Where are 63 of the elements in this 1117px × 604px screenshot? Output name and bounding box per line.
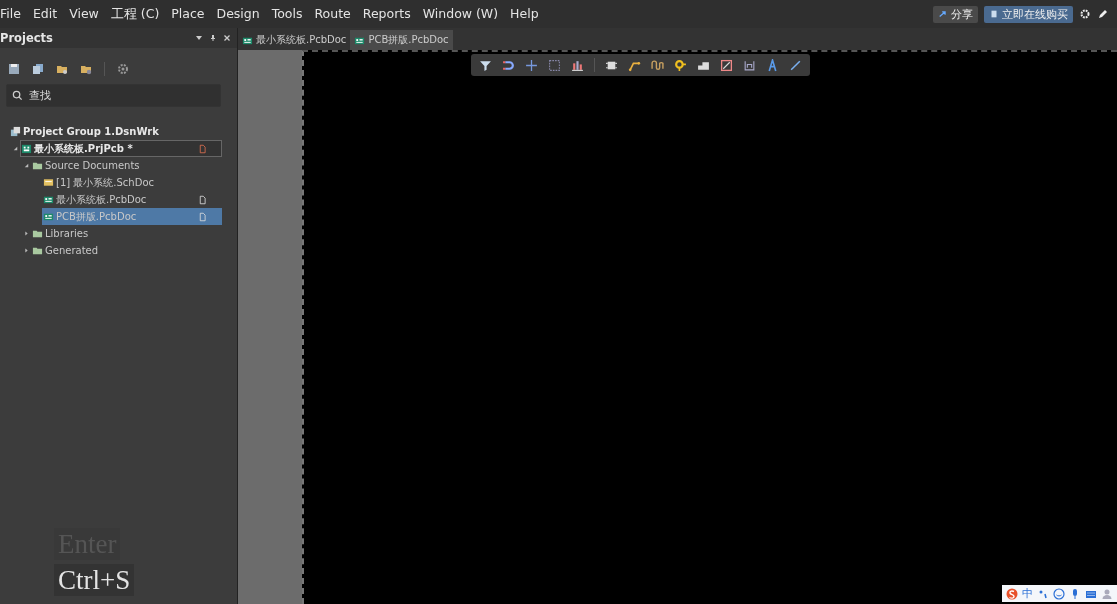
dropdown-icon[interactable] (195, 34, 203, 42)
save-icon[interactable] (8, 63, 20, 75)
document-tab[interactable]: PCB拼版.PcbDoc (350, 30, 453, 50)
selection-box-icon[interactable] (548, 58, 561, 72)
menu-item[interactable]: Place (165, 5, 211, 23)
tree-item[interactable]: Libraries (31, 225, 222, 242)
menu-item[interactable]: Window (W) (416, 5, 505, 23)
circuit-board-icon (43, 194, 54, 205)
tree-item[interactable]: [1] 最小系统.SchDoc (42, 174, 222, 191)
close-icon[interactable] (223, 34, 231, 42)
folder-icon (32, 160, 43, 171)
pcb-canvas[interactable]: 中 (302, 50, 1117, 604)
expand-icon[interactable] (23, 230, 30, 237)
pencil-icon[interactable] (1097, 8, 1109, 20)
menu-item[interactable]: View (63, 5, 105, 23)
document-tab[interactable]: 最小系统板.PcbDoc (238, 30, 351, 50)
menu-item[interactable]: 工程 (C) (104, 5, 166, 23)
search-field[interactable]: 查找 (6, 84, 221, 107)
filter-icon[interactable] (479, 58, 492, 72)
folder-clock-icon[interactable] (80, 63, 92, 75)
schematic-icon (43, 177, 54, 188)
menu-item[interactable]: Tools (265, 5, 309, 23)
text-icon[interactable] (766, 58, 779, 72)
smiley-icon[interactable] (1053, 587, 1065, 600)
search-icon (12, 90, 23, 101)
tree-item[interactable]: Generated (31, 242, 222, 259)
expand-icon[interactable] (23, 247, 30, 254)
input-mode-label[interactable]: 中 (1022, 586, 1033, 601)
menu-item[interactable]: Help (504, 5, 545, 23)
documents-icon[interactable] (32, 63, 44, 75)
bar-chart-icon[interactable] (571, 58, 584, 72)
diagonal-square-icon[interactable] (720, 58, 733, 72)
panel-title: Projects (0, 31, 53, 45)
folder-icon (32, 245, 43, 256)
pin-icon[interactable] (674, 58, 687, 72)
wave-icon[interactable] (651, 58, 664, 72)
tree-item[interactable]: 最小系统板.PrjPcb * (20, 140, 222, 157)
magnet-icon[interactable] (502, 58, 515, 72)
menu-item[interactable]: Edit (26, 5, 64, 23)
buy-button[interactable]: 立即在线购买 (984, 5, 1073, 23)
menu-item[interactable]: Design (210, 5, 266, 23)
input-logo-icon[interactable] (1006, 587, 1018, 600)
folder-search-icon[interactable] (56, 63, 68, 75)
workspace-icon (10, 126, 21, 137)
circuit-board-icon (43, 211, 54, 222)
collapse-icon[interactable] (12, 145, 19, 152)
menu-item[interactable]: Route (308, 5, 357, 23)
crosshair-icon[interactable] (525, 58, 538, 72)
share-icon (938, 9, 948, 19)
collapse-icon[interactable] (23, 162, 30, 169)
key-overlay: Ctrl+S (54, 564, 135, 596)
tree-item[interactable]: Source Documents (31, 157, 222, 174)
folder-icon (32, 228, 43, 239)
project-icon (21, 143, 32, 154)
menu-item[interactable]: File (0, 5, 27, 23)
pin-icon[interactable] (209, 34, 217, 42)
tree-item[interactable]: Project Group 1.DsnWrk (9, 123, 222, 140)
line-icon[interactable] (789, 58, 802, 72)
menu-item[interactable]: Reports (356, 5, 417, 23)
document-icon (989, 9, 999, 19)
share-button[interactable]: 分享 (933, 5, 978, 23)
tree-item[interactable]: 最小系统板.PcbDoc (42, 191, 222, 208)
dimension-icon[interactable] (743, 58, 756, 72)
